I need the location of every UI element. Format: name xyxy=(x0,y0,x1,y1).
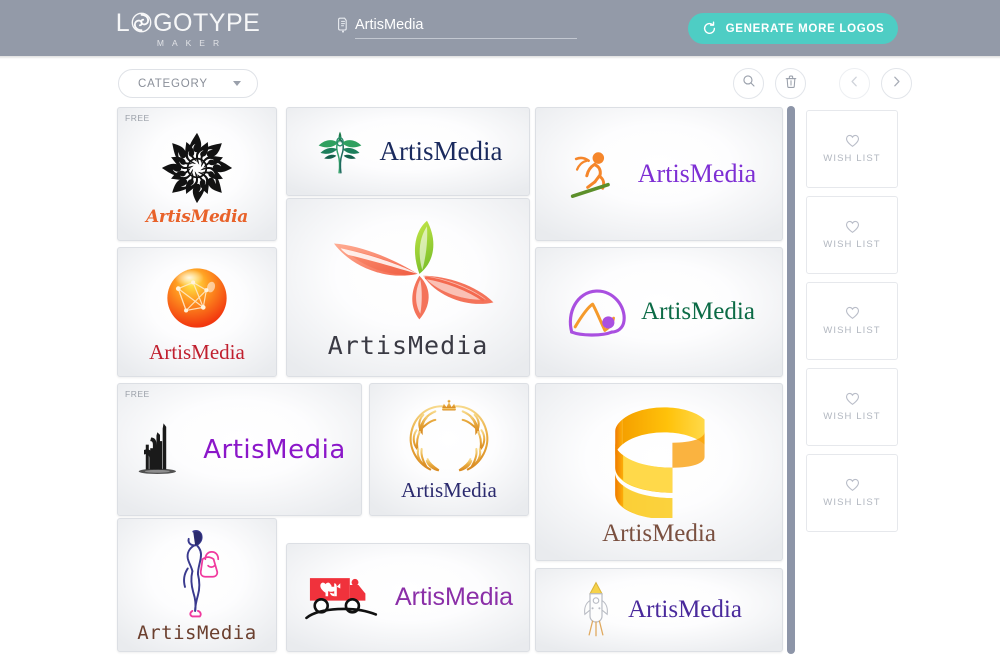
brand-logo[interactable]: L GOTYPE MAKER xyxy=(108,8,268,50)
logo-card[interactable]: ArtisMedia xyxy=(535,247,783,377)
search-button[interactable] xyxy=(733,68,764,99)
logo-card[interactable]: ArtisMedia xyxy=(535,568,783,652)
wishlist-slot[interactable]: WISH LIST xyxy=(806,110,898,188)
next-page-button[interactable] xyxy=(881,68,912,99)
brand-letter-l: L xyxy=(115,8,131,37)
free-badge: FREE xyxy=(125,389,150,399)
logo-wordmark: ArtisMedia xyxy=(641,298,755,325)
chevron-down-icon xyxy=(233,81,241,86)
logo-card[interactable]: ArtisMedia xyxy=(117,247,277,377)
logo-wordmark: ArtisMedia xyxy=(637,159,757,188)
wishlist-slot-label: WISH LIST xyxy=(823,325,881,336)
brand-subtitle: MAKER xyxy=(156,37,228,48)
logo-wordmark: ArtisMedia xyxy=(628,596,742,623)
free-badge: FREE xyxy=(125,113,150,123)
wishlist-slot[interactable]: WISH LIST xyxy=(806,282,898,360)
logo-card[interactable]: ArtisMedia xyxy=(369,383,529,516)
wishlist-slot-label: WISH LIST xyxy=(823,239,881,250)
logo-card[interactable]: FREE ArtisMedia xyxy=(117,383,362,516)
logo-wordmark: ArtisMedia xyxy=(145,207,249,227)
results-scrollbar-track[interactable] xyxy=(787,106,795,654)
heart-icon xyxy=(845,134,860,148)
logo-wordmark: ArtisMedia xyxy=(137,622,257,644)
app-header: L GOTYPE MAKER ArtisMedia GENERATE MORE … xyxy=(0,0,1000,56)
logo-wordmark: ArtisMedia xyxy=(203,434,346,465)
white-rocket-icon xyxy=(576,580,616,640)
logo-card[interactable]: ArtisMedia xyxy=(286,198,530,377)
yellow-ribbon-e-icon xyxy=(592,396,726,518)
logo-card[interactable]: ArtisMedia xyxy=(117,518,277,652)
logo-wordmark: ArtisMedia xyxy=(149,340,245,364)
heart-icon xyxy=(845,306,860,320)
generate-more-logos-button[interactable]: GENERATE MORE LOGOS xyxy=(688,13,898,44)
pencil-icon xyxy=(337,17,349,33)
sun-mandala-icon xyxy=(158,129,236,207)
gold-laurel-crown-icon xyxy=(397,396,501,478)
trash-bag-icon xyxy=(784,74,798,94)
project-name-field[interactable]: ArtisMedia xyxy=(337,16,577,42)
logo-wordmark: ArtisMedia xyxy=(401,478,497,502)
category-dropdown[interactable]: CATEGORY xyxy=(118,69,258,98)
heart-icon xyxy=(845,392,860,406)
app-root: L GOTYPE MAKER ArtisMedia GENERATE MORE … xyxy=(0,0,1000,656)
logo-wordmark: ArtisMedia xyxy=(394,583,514,611)
refresh-icon xyxy=(702,21,717,36)
logo-card[interactable]: ArtisMedia xyxy=(286,543,530,652)
search-icon xyxy=(742,74,756,93)
header-shadow xyxy=(0,56,1000,59)
wishlist-slot-label: WISH LIST xyxy=(823,497,881,508)
brand-word-rest: GOTYPE xyxy=(153,8,261,37)
previous-page-button[interactable] xyxy=(839,68,870,99)
coral-butterfly-leaf-icon xyxy=(313,215,503,327)
red-pet-truck-icon xyxy=(303,569,381,627)
wishlist-slot[interactable]: WISH LIST xyxy=(806,196,898,274)
wishlist-slot[interactable]: WISH LIST xyxy=(806,368,898,446)
project-name-input[interactable]: ArtisMedia xyxy=(355,16,577,39)
heart-icon xyxy=(845,220,860,234)
orange-skier-icon xyxy=(562,143,624,205)
chevron-left-icon xyxy=(848,75,861,93)
results-scrollbar-thumb[interactable] xyxy=(787,106,795,654)
woman-handbag-icon xyxy=(160,526,234,622)
generate-more-logos-label: GENERATE MORE LOGOS xyxy=(725,22,885,35)
orange-globe-network-icon xyxy=(158,259,236,337)
logo-card[interactable]: ArtisMedia xyxy=(535,107,783,241)
wishlist-panel: WISH LIST WISH LIST WISH LIST WISH LIST … xyxy=(806,110,898,654)
toolbar: CATEGORY xyxy=(0,60,1000,106)
delete-button[interactable] xyxy=(775,68,806,99)
logo-card[interactable]: FREE ArtisMedia xyxy=(117,107,277,241)
brand-wordmark: L GOTYPE xyxy=(115,8,261,37)
swirl-icon xyxy=(131,12,152,33)
purple-mountain-arc-icon xyxy=(563,283,631,341)
category-dropdown-label: CATEGORY xyxy=(138,77,208,90)
black-skyscraper-icon xyxy=(133,418,187,482)
toolbar-actions xyxy=(733,68,912,99)
wishlist-slot-label: WISH LIST xyxy=(823,153,881,164)
logo-wordmark: ArtisMedia xyxy=(327,331,489,360)
wishlist-slot-label: WISH LIST xyxy=(823,411,881,422)
logo-card[interactable]: ArtisMedia xyxy=(286,107,530,196)
logo-wordmark: ArtisMedia xyxy=(602,520,716,547)
logo-wordmark: ArtisMedia xyxy=(379,136,503,166)
logo-card[interactable]: ArtisMedia xyxy=(535,383,783,561)
chevron-right-icon xyxy=(890,75,903,93)
wishlist-slot[interactable]: WISH LIST xyxy=(806,454,898,532)
heart-icon xyxy=(845,478,860,492)
green-plant-figure-icon xyxy=(314,124,366,180)
